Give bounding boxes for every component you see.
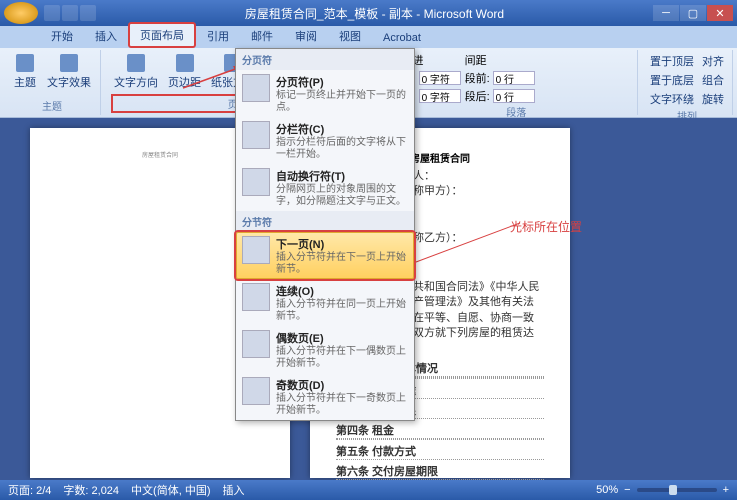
quick-access-toolbar	[44, 5, 96, 21]
save-icon[interactable]	[44, 5, 60, 21]
group-paragraph: 缩进 左: 右: 间距 段前: 段后: 段落	[396, 50, 638, 115]
minimize-button[interactable]: ─	[653, 5, 679, 21]
page-status[interactable]: 页面: 2/4	[8, 482, 51, 498]
column-break-icon	[242, 121, 270, 149]
word-count[interactable]: 字数: 2,024	[63, 482, 119, 498]
insert-mode[interactable]: 插入	[223, 482, 245, 498]
space-before-input[interactable]	[493, 71, 535, 85]
send-back-button[interactable]: 置于底层	[648, 71, 696, 89]
tab-insert[interactable]: 插入	[84, 24, 128, 48]
next-page-icon	[242, 236, 270, 264]
group-label: 段落	[402, 104, 631, 119]
window-title: 房屋租赁合同_范本_模板 - 副本 - Microsoft Word	[96, 5, 653, 22]
space-after-input[interactable]	[493, 89, 535, 103]
tab-acrobat[interactable]: Acrobat	[372, 28, 432, 48]
odd-page-section-item[interactable]: 奇数页(D)插入分节符并在下一奇数页上开始新节。	[236, 373, 414, 420]
group-button[interactable]: 组合	[700, 71, 726, 89]
tab-mailings[interactable]: 邮件	[240, 24, 284, 48]
themes-icon	[16, 54, 34, 72]
breaks-dropdown: 分页符 分页符(P)标记一页终止并开始下一页的点。 分栏符(C)指示分栏符后面的…	[235, 48, 415, 421]
tab-review[interactable]: 审阅	[284, 24, 328, 48]
maximize-button[interactable]: ▢	[680, 5, 706, 21]
zoom-in-button[interactable]: +	[723, 484, 729, 496]
zoom-level[interactable]: 50%	[596, 484, 618, 496]
tab-home[interactable]: 开始	[40, 24, 84, 48]
continuous-section-item[interactable]: 连续(O)插入分节符并在同一页上开始新节。	[236, 279, 414, 326]
undo-icon[interactable]	[62, 5, 78, 21]
text-wrap-break-icon	[242, 168, 270, 196]
group-label: 主题	[10, 98, 94, 113]
column-break-item[interactable]: 分栏符(C)指示分栏符后面的文字将从下一栏开始。	[236, 117, 414, 164]
redo-icon[interactable]	[80, 5, 96, 21]
bring-front-button[interactable]: 置于顶层	[648, 52, 696, 70]
text-wrap-break-item[interactable]: 自动换行符(T)分隔网页上的对象周围的文字，如分隔题注文字与正文。	[236, 164, 414, 211]
tab-page-layout[interactable]: 页面布局	[128, 22, 196, 48]
tab-view[interactable]: 视图	[328, 24, 372, 48]
align-button[interactable]: 对齐	[700, 52, 726, 70]
close-button[interactable]: ✕	[707, 5, 733, 21]
indent-left-input[interactable]	[419, 71, 461, 85]
office-button[interactable]	[4, 2, 38, 24]
dropdown-section-header: 分页符	[236, 49, 414, 70]
group-arrange: 置于顶层 置于底层 文字环绕 对齐 组合 旋转 排列	[642, 50, 733, 115]
indent-right-input[interactable]	[419, 89, 461, 103]
continuous-icon	[242, 283, 270, 311]
effects-icon	[60, 54, 78, 72]
dropdown-section-header: 分节符	[236, 211, 414, 232]
page-break-item[interactable]: 分页符(P)标记一页终止并开始下一页的点。	[236, 70, 414, 117]
language-status[interactable]: 中文(简体, 中国)	[131, 482, 210, 498]
next-page-section-item[interactable]: 下一页(N)插入分节符并在下一页上开始新节。	[236, 232, 414, 279]
themes-button[interactable]: 主题	[10, 52, 40, 92]
spacing-controls: 间距 段前: 段后:	[465, 52, 535, 104]
status-bar: 页面: 2/4 字数: 2,024 中文(简体, 中国) 插入 50% − +	[0, 480, 737, 500]
zoom-slider[interactable]	[637, 488, 717, 492]
title-bar: 房屋租赁合同_范本_模板 - 副本 - Microsoft Word ─ ▢ ✕	[0, 0, 737, 26]
page-break-icon	[242, 74, 270, 102]
text-direction-button[interactable]: 文字方向	[111, 52, 161, 92]
margins-icon	[176, 54, 194, 72]
tab-references[interactable]: 引用	[196, 24, 240, 48]
even-page-section-item[interactable]: 偶数页(E)插入分节符并在下一偶数页上开始新节。	[236, 326, 414, 373]
text-wrap-button[interactable]: 文字环绕	[648, 90, 696, 108]
effects-button[interactable]: 文字效果	[44, 52, 94, 92]
ribbon-tabs: 开始 插入 页面布局 引用 邮件 审阅 视图 Acrobat	[0, 26, 737, 48]
text-direction-icon	[127, 54, 145, 72]
odd-page-icon	[242, 377, 270, 405]
even-page-icon	[242, 330, 270, 358]
margins-button[interactable]: 页边距	[165, 52, 204, 92]
zoom-out-button[interactable]: −	[624, 484, 630, 496]
rotate-button[interactable]: 旋转	[700, 90, 726, 108]
group-themes: 主题 文字效果 主题	[4, 50, 101, 115]
